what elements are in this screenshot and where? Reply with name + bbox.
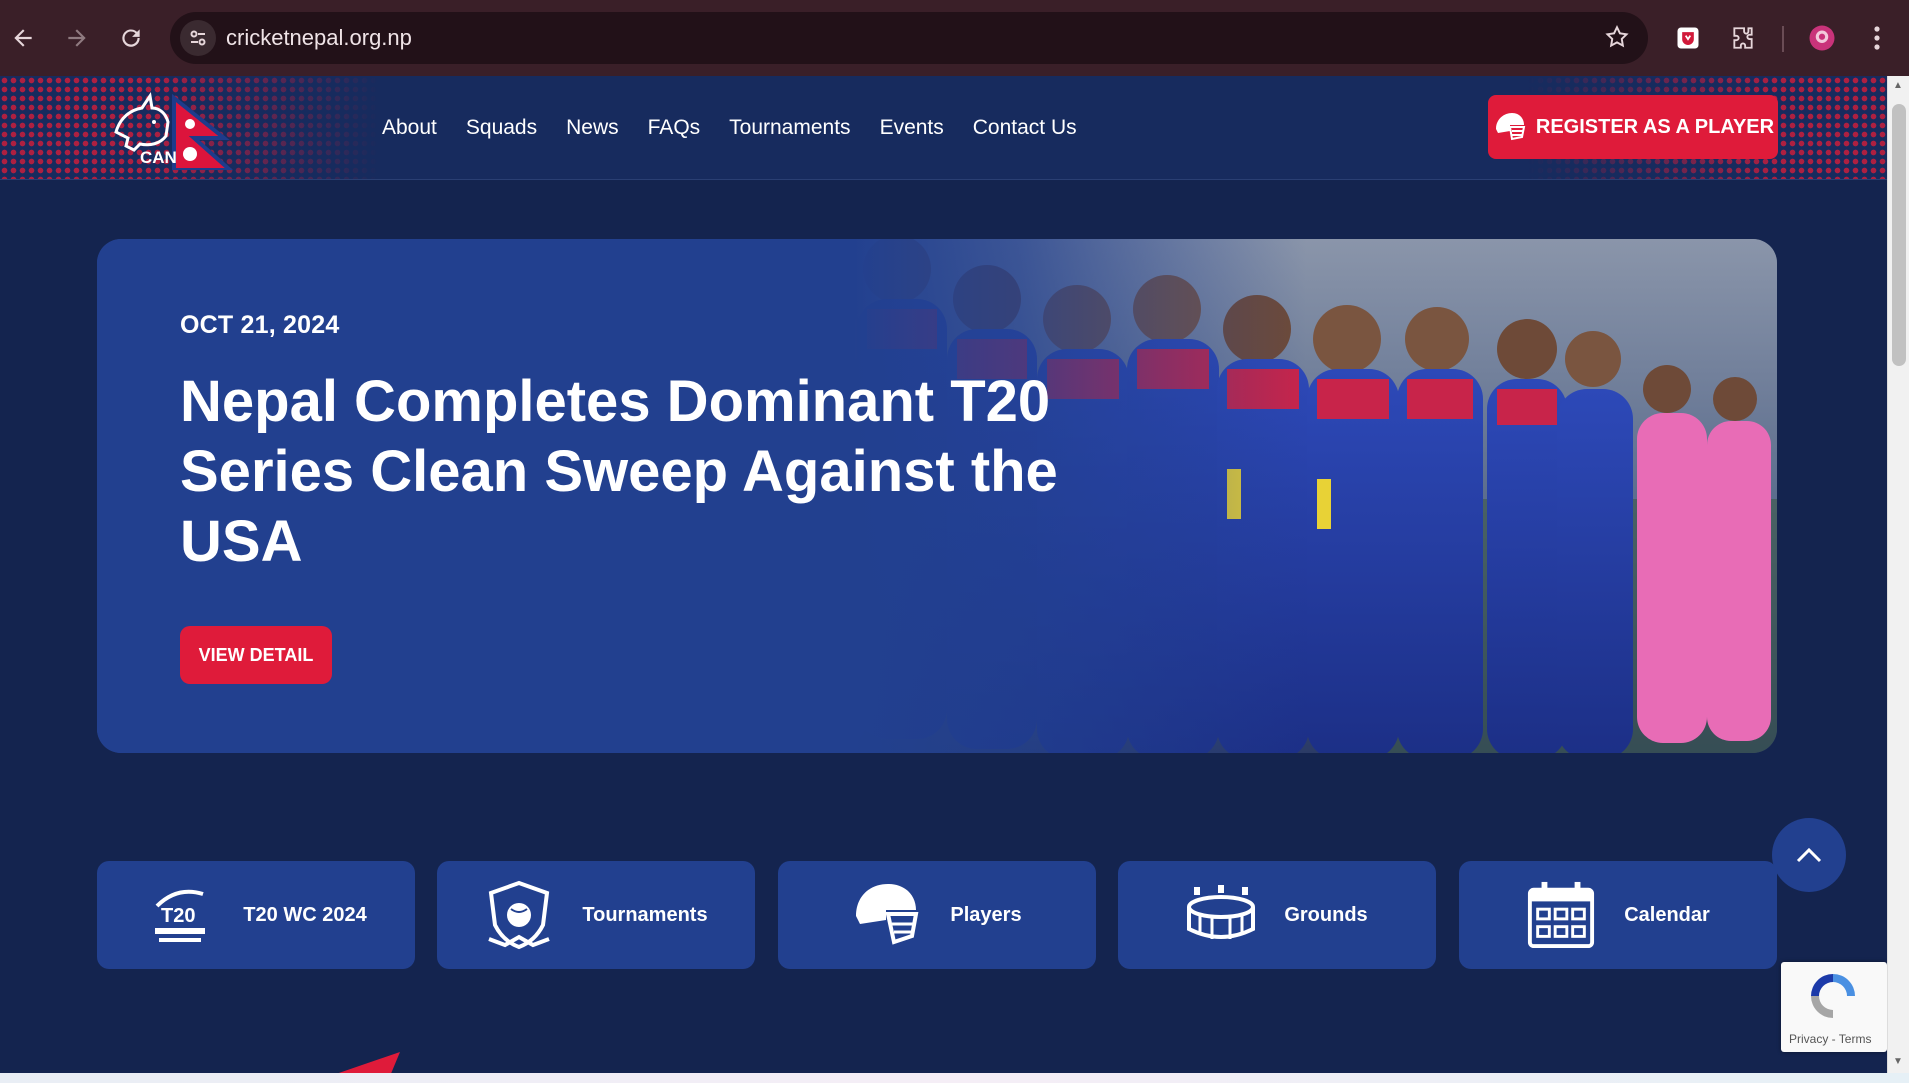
bookmark-star-icon[interactable] xyxy=(1604,24,1630,55)
calendar-icon xyxy=(1526,880,1596,950)
chrome-menu-icon[interactable] xyxy=(1853,14,1901,62)
card-label: Grounds xyxy=(1284,903,1368,926)
register-button-label: REGISTER AS A PLAYER xyxy=(1535,115,1775,138)
decorative-red-stroke xyxy=(338,1052,400,1073)
card-t20-wc-2024[interactable]: T20 T20 WC 2024 xyxy=(97,861,415,969)
card-label: Calendar xyxy=(1624,903,1710,926)
page-scrollbar[interactable]: ▲ ▼ xyxy=(1887,76,1909,1073)
arrow-left-icon xyxy=(14,29,32,47)
register-as-player-button[interactable]: REGISTER AS A PLAYER xyxy=(1488,95,1778,159)
site-info-icon[interactable] xyxy=(180,20,216,56)
extensions-puzzle-icon[interactable] xyxy=(1719,14,1767,62)
card-label: Tournaments xyxy=(582,903,708,926)
card-label: Players xyxy=(950,903,1022,926)
profile-avatar-icon[interactable] xyxy=(1798,14,1846,62)
can-logo[interactable]: CAN xyxy=(112,88,236,172)
stadium-icon xyxy=(1186,880,1256,950)
address-bar[interactable]: cricketnepal.org.np xyxy=(170,12,1648,64)
bottom-edge xyxy=(0,1073,1909,1083)
svg-text:T20: T20 xyxy=(161,905,195,927)
main-nav: About Squads News FAQs Tournaments Event… xyxy=(382,116,1106,140)
nav-faqs[interactable]: FAQs xyxy=(648,116,701,140)
shield-ball-icon xyxy=(484,880,554,950)
nav-events[interactable]: Events xyxy=(880,116,944,140)
nav-squads[interactable]: Squads xyxy=(466,116,537,140)
arrow-right-icon xyxy=(68,29,86,47)
cricket-helmet-icon xyxy=(1495,113,1526,141)
recaptcha-logo-icon xyxy=(1811,974,1855,1018)
card-calendar[interactable]: Calendar xyxy=(1459,861,1777,969)
logo-text: CAN xyxy=(140,148,177,167)
hero-title: Nepal Completes Dominant T20 Series Clea… xyxy=(180,369,1058,574)
card-players[interactable]: Players xyxy=(778,861,1096,969)
page-content: OCT 21, 2024 Nepal Completes Dominant T2… xyxy=(0,180,1887,1073)
t20-world-cup-logo-icon: T20 xyxy=(145,880,215,950)
card-label: T20 WC 2024 xyxy=(243,903,367,926)
nav-about[interactable]: About xyxy=(382,116,437,140)
view-detail-button[interactable]: VIEW DETAIL xyxy=(180,626,332,684)
extension-shield-icon[interactable] xyxy=(1664,14,1712,62)
url-text[interactable]: cricketnepal.org.np xyxy=(226,25,412,51)
quick-links: T20 T20 WC 2024 Tournaments Players Grou… xyxy=(97,861,1777,969)
toolbar-separator xyxy=(1782,26,1784,52)
nav-tournaments[interactable]: Tournaments xyxy=(729,116,850,140)
reload-button[interactable] xyxy=(104,11,158,65)
nav-contact-us[interactable]: Contact Us xyxy=(973,116,1077,140)
scroll-to-top-button[interactable] xyxy=(1772,818,1846,892)
nav-news[interactable]: News xyxy=(566,116,619,140)
reload-icon xyxy=(122,29,140,47)
site-header: CAN About Squads News FAQs Tournaments E… xyxy=(0,76,1887,180)
browser-toolbar: cricketnepal.org.np xyxy=(0,0,1909,76)
card-grounds[interactable]: Grounds xyxy=(1118,861,1436,969)
hero-date: OCT 21, 2024 xyxy=(180,311,340,339)
back-button[interactable] xyxy=(0,11,50,65)
recaptcha-links[interactable]: Privacy - Terms xyxy=(1789,1032,1871,1046)
scroll-down-arrow-icon[interactable]: ▼ xyxy=(1893,1056,1905,1067)
chevron-up-icon xyxy=(1796,847,1822,863)
scrollbar-thumb[interactable] xyxy=(1892,104,1906,366)
forward-button[interactable] xyxy=(50,11,104,65)
card-tournaments[interactable]: Tournaments xyxy=(437,861,755,969)
recaptcha-badge[interactable]: Privacy - Terms xyxy=(1781,962,1887,1052)
helmet-icon xyxy=(852,880,922,950)
scroll-up-arrow-icon[interactable]: ▲ xyxy=(1893,80,1905,91)
hero-banner[interactable]: OCT 21, 2024 Nepal Completes Dominant T2… xyxy=(97,239,1777,753)
